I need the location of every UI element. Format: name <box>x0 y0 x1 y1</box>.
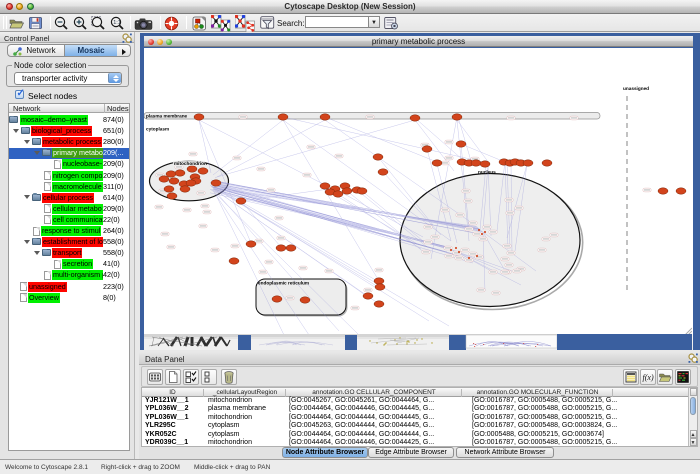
svg-text:mitochondrion: mitochondrion <box>174 161 207 166</box>
svg-text:endoplasmic reticulum: endoplasmic reticulum <box>258 281 309 286</box>
svg-text:plasma membrane: plasma membrane <box>146 114 188 119</box>
svg-text:nucleus: nucleus <box>478 170 496 175</box>
svg-text:f(x): f(x) <box>643 373 654 382</box>
svg-text:unassigned: unassigned <box>623 86 649 91</box>
svg-text:cytoplasm: cytoplasm <box>146 127 169 132</box>
svg-text:1:1: 1:1 <box>113 20 121 26</box>
